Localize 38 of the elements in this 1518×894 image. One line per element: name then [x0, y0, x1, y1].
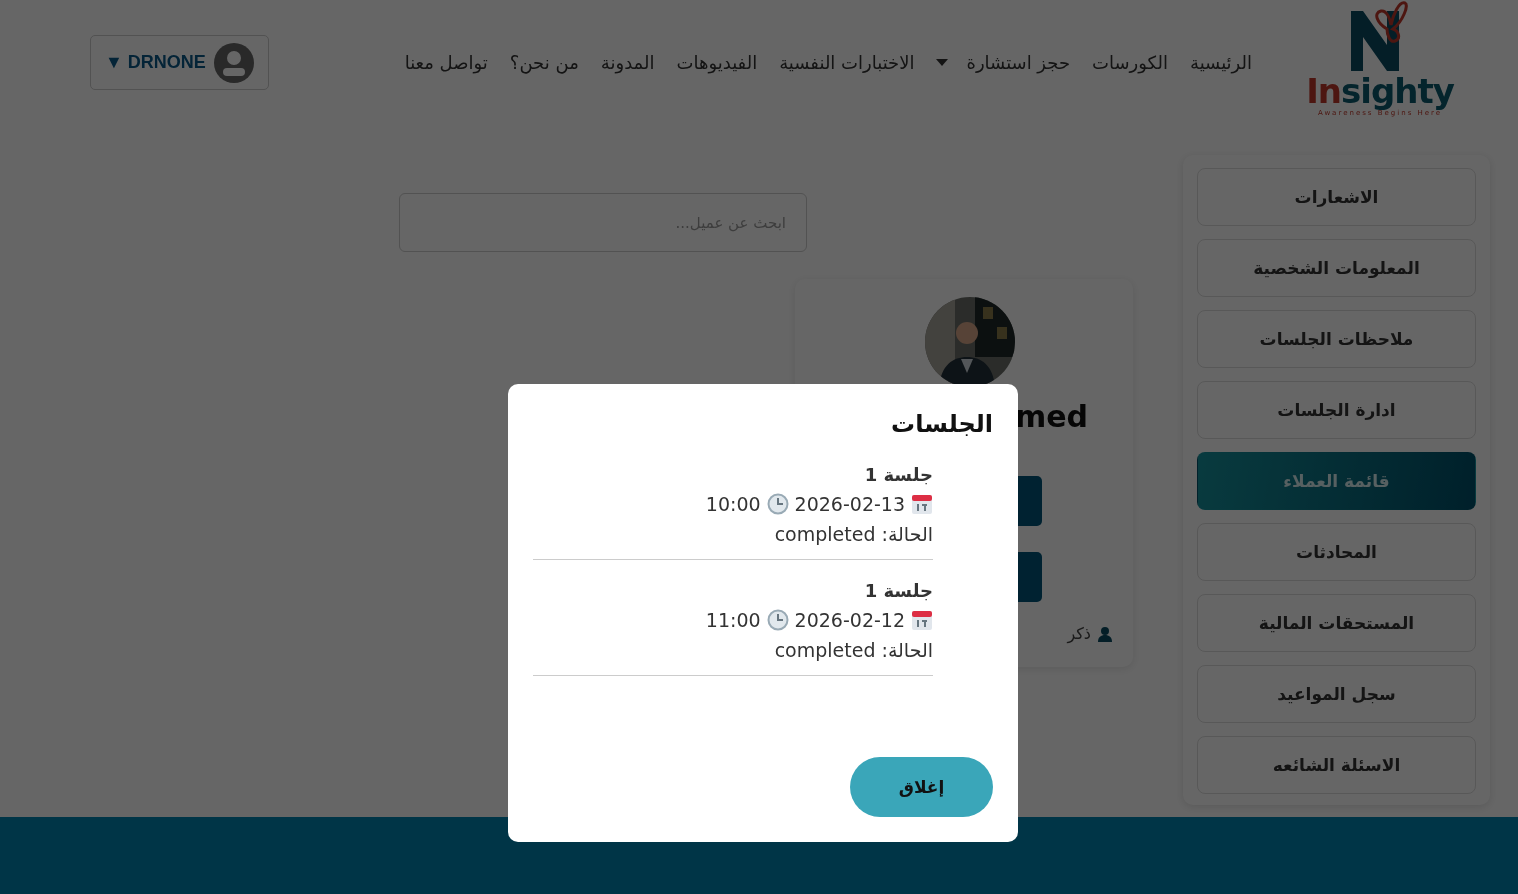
- sidebar-item[interactable]: الاسئلة الشائعه: [1197, 736, 1476, 794]
- session-date: 2026-02-13: [794, 493, 905, 515]
- caret-icon: [936, 59, 949, 66]
- nav-link[interactable]: الاختبارات النفسية: [779, 52, 915, 73]
- calendar-icon: [911, 609, 933, 631]
- nav-link[interactable]: حجز استشارة: [936, 52, 1071, 73]
- nav-link[interactable]: الكورسات: [1092, 52, 1168, 73]
- client-name: med: [1014, 399, 1088, 434]
- session-status: الحالة: completed: [773, 523, 933, 545]
- nav-link[interactable]: تواصل معنا: [404, 52, 488, 73]
- sidebar-item[interactable]: المستحقات المالية: [1197, 594, 1476, 652]
- close-button[interactable]: إغلاق: [850, 757, 993, 817]
- sidebar-item[interactable]: المحادثات: [1197, 523, 1476, 581]
- sidebar-item[interactable]: قائمة العملاء: [1197, 452, 1476, 510]
- nav-link[interactable]: المدونة: [600, 52, 655, 73]
- session-date: 2026-02-12: [794, 609, 905, 631]
- clock-icon: [766, 493, 789, 515]
- logo-text: Insighty: [1306, 72, 1454, 109]
- nav-link[interactable]: الرئيسية: [1190, 52, 1252, 73]
- session-time: 10:00: [705, 493, 761, 515]
- gender-text: ذكر: [1067, 624, 1091, 643]
- nav-link[interactable]: الفيديوهات: [676, 52, 758, 73]
- session-time: 11:00: [705, 609, 761, 631]
- session-title: جلسة 1: [863, 464, 933, 485]
- sidebar-item[interactable]: الاشعارات: [1197, 168, 1476, 226]
- nav-link[interactable]: من نحن؟: [509, 52, 579, 73]
- sidebar-item[interactable]: ملاحظات الجلسات: [1197, 310, 1476, 368]
- session-status: الحالة: completed: [773, 639, 933, 661]
- calendar-icon: [911, 493, 933, 515]
- sidebar-item[interactable]: المعلومات الشخصية: [1197, 239, 1476, 297]
- person-icon: [1097, 625, 1113, 642]
- dialog-title: الجلسات: [890, 410, 993, 438]
- avatar-icon: [214, 42, 254, 83]
- user-menu-button[interactable]: ▼ DRNONE: [90, 35, 269, 90]
- sidebar-item[interactable]: سجل المواعيد: [1197, 665, 1476, 723]
- session-title: جلسة 1: [863, 580, 933, 601]
- sidebar-item[interactable]: ادارة الجلسات: [1197, 381, 1476, 439]
- clock-icon: [766, 609, 789, 631]
